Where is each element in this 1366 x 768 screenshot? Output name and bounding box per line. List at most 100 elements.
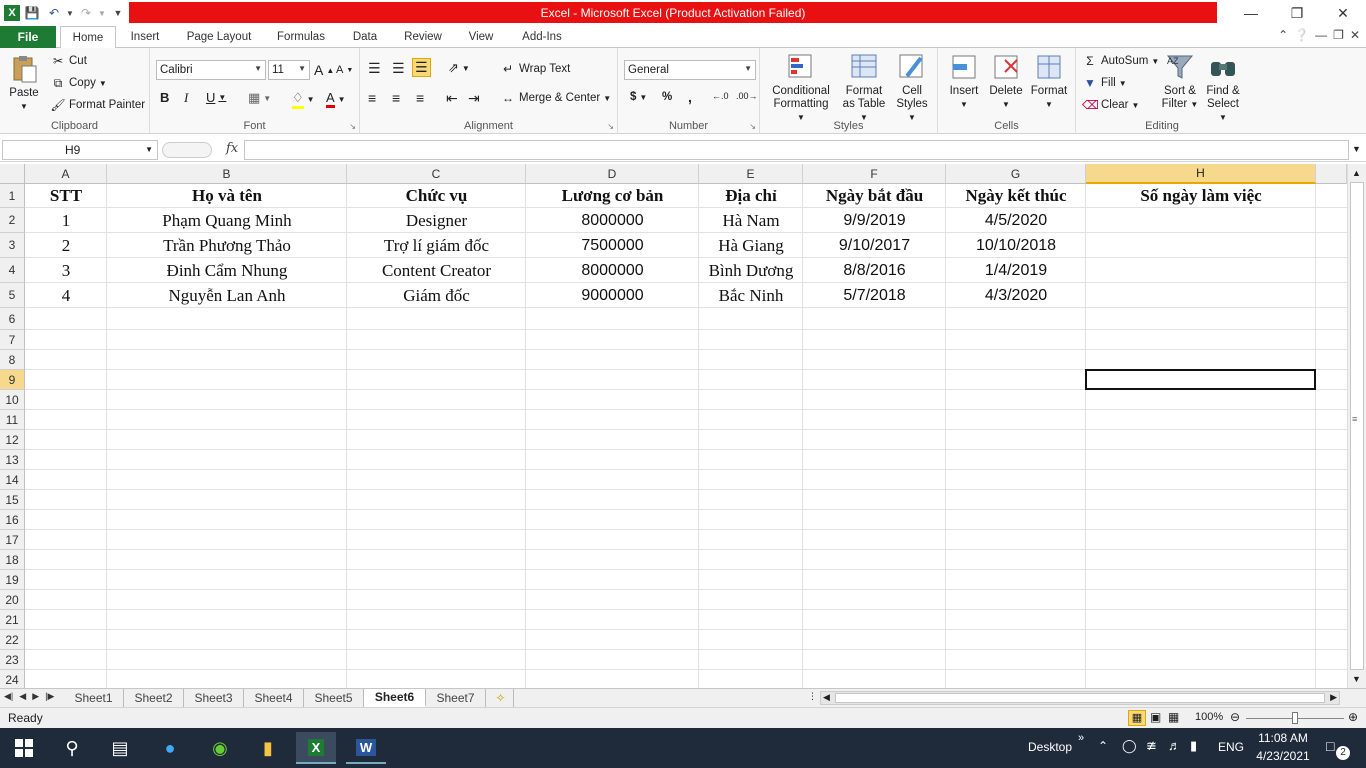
column-header-d[interactable]: D: [526, 164, 699, 184]
row-header-3[interactable]: 3: [0, 233, 25, 258]
row-header-9[interactable]: 9: [0, 370, 25, 390]
row-header-2[interactable]: 2: [0, 208, 25, 233]
table-cell[interactable]: 9000000: [526, 283, 699, 308]
save-icon[interactable]: 💾: [22, 3, 42, 23]
tray-overflow-icon[interactable]: ⌃: [1098, 739, 1108, 753]
last-sheet-icon[interactable]: |▶: [45, 691, 54, 702]
table-cell[interactable]: Trần Phương Thảo: [107, 233, 347, 258]
grow-font-button[interactable]: A ▲: [314, 62, 334, 78]
row-header-8[interactable]: 8: [0, 350, 25, 370]
customize-qat-icon[interactable]: ▼: [108, 3, 128, 23]
align-top-icon[interactable]: ☰: [368, 60, 381, 77]
autosum-button[interactable]: Σ AutoSum ▼: [1082, 54, 1159, 68]
zoom-level[interactable]: 100%: [1195, 711, 1223, 723]
tab-home[interactable]: Home: [60, 26, 116, 49]
volume-icon[interactable]: ♬: [1168, 738, 1181, 753]
minimize-ribbon-icon[interactable]: ⌃: [1278, 28, 1288, 42]
table-cell[interactable]: 9/9/2019: [803, 208, 946, 233]
row-header-7[interactable]: 7: [0, 330, 25, 350]
currency-button[interactable]: $ ▼: [630, 91, 647, 103]
first-sheet-icon[interactable]: ◀|: [4, 691, 13, 702]
row-header-1[interactable]: 1: [0, 184, 25, 208]
table-cell[interactable]: [1086, 258, 1316, 283]
workbook-restore-icon[interactable]: ❐: [1333, 28, 1344, 42]
underline-button[interactable]: U ▼: [206, 90, 226, 105]
tab-review[interactable]: Review: [396, 26, 450, 48]
row-header-21[interactable]: 21: [0, 610, 25, 630]
table-cell[interactable]: 4/3/2020: [946, 283, 1086, 308]
tab-formulas[interactable]: Formulas: [268, 26, 334, 48]
decrease-decimal-icon[interactable]: .00→: [736, 91, 758, 101]
table-cell[interactable]: 8000000: [526, 258, 699, 283]
file-explorer-icon[interactable]: ▮: [248, 732, 288, 764]
table-cell[interactable]: 8000000: [526, 208, 699, 233]
insert-function-icon[interactable]: fx: [226, 141, 238, 156]
close-button[interactable]: ✕: [1320, 0, 1366, 26]
row-header-24[interactable]: 24: [0, 670, 25, 688]
table-header-cell[interactable]: Ngày bắt đầu: [803, 184, 946, 208]
alignment-dialog-launcher-icon[interactable]: ↘: [607, 122, 614, 131]
decrease-indent-icon[interactable]: ⇤: [446, 90, 458, 107]
align-center-icon[interactable]: ≡: [392, 90, 400, 106]
page-layout-view-icon[interactable]: ▣: [1150, 710, 1161, 724]
redo-icon[interactable]: ↷: [76, 3, 96, 23]
select-all-corner[interactable]: [0, 164, 25, 184]
table-header-cell[interactable]: Chức vụ: [347, 184, 526, 208]
redo-dropdown-icon[interactable]: ▼: [98, 3, 106, 23]
table-cell[interactable]: 5/7/2018: [803, 283, 946, 308]
font-size-select[interactable]: 11 ▼: [268, 60, 310, 80]
row-header-6[interactable]: 6: [0, 308, 25, 330]
sheet-tab-3[interactable]: Sheet3: [184, 689, 244, 707]
table-cell[interactable]: Hà Nam: [699, 208, 803, 233]
search-icon[interactable]: ⚲: [52, 732, 92, 764]
expand-formula-bar-icon[interactable]: ▼: [1352, 144, 1361, 154]
sort-filter-button[interactable]: AZ Sort & Filter ▼: [1160, 52, 1200, 111]
column-header-g[interactable]: G: [946, 164, 1086, 184]
tab-view[interactable]: View: [458, 26, 504, 48]
row-header-10[interactable]: 10: [0, 390, 25, 410]
name-box[interactable]: H9 ▼: [2, 140, 158, 160]
scroll-up-icon[interactable]: ▲: [1352, 168, 1361, 178]
fill-button[interactable]: ▼ Fill ▼: [1082, 76, 1127, 90]
format-as-table-button[interactable]: Format as Table ▼: [838, 52, 890, 124]
borders-button[interactable]: ▦ ▼: [248, 90, 271, 106]
tab-insert[interactable]: Insert: [120, 26, 170, 48]
column-header-a[interactable]: A: [25, 164, 107, 184]
table-cell[interactable]: Bắc Ninh: [699, 283, 803, 308]
sheet-tab-1[interactable]: Sheet1: [64, 689, 124, 707]
desktop-toolbar[interactable]: Desktop: [1028, 740, 1072, 754]
table-header-cell[interactable]: Họ và tên: [107, 184, 347, 208]
battery-icon[interactable]: ▮: [1190, 738, 1197, 754]
word-taskbar-icon[interactable]: W: [346, 732, 386, 764]
table-cell[interactable]: [1086, 283, 1316, 308]
edge-browser-icon[interactable]: ●: [150, 732, 190, 764]
shrink-font-button[interactable]: A ▼: [336, 64, 353, 76]
task-view-icon[interactable]: ▤: [100, 732, 140, 764]
restore-button[interactable]: ❐: [1274, 0, 1320, 26]
row-header-23[interactable]: 23: [0, 650, 25, 670]
wrap-text-button[interactable]: ↵ Wrap Text: [500, 62, 570, 76]
scroll-left-icon[interactable]: ◀: [823, 692, 830, 703]
table-cell[interactable]: [1086, 208, 1316, 233]
find-select-button[interactable]: Find & Select ▼: [1202, 52, 1244, 124]
format-cells-button[interactable]: Format ▼: [1028, 52, 1070, 111]
table-cell[interactable]: Bình Dương: [699, 258, 803, 283]
number-format-select[interactable]: General ▼: [624, 60, 756, 80]
table-cell[interactable]: Designer: [347, 208, 526, 233]
language-indicator[interactable]: ENG: [1218, 740, 1244, 754]
sheet-tab-7[interactable]: Sheet7: [426, 689, 486, 707]
scroll-right-icon[interactable]: ▶: [1330, 692, 1337, 703]
wifi-icon[interactable]: ≇: [1146, 738, 1157, 754]
conditional-formatting-button[interactable]: Conditional Formatting ▼: [768, 52, 834, 124]
table-cell[interactable]: Content Creator: [347, 258, 526, 283]
tab-add-ins[interactable]: Add-Ins: [512, 26, 572, 48]
font-dialog-launcher-icon[interactable]: ↘: [349, 122, 356, 131]
paste-button[interactable]: Paste ▼: [6, 54, 42, 113]
minimize-button[interactable]: —: [1228, 0, 1274, 26]
next-sheet-icon[interactable]: ▶: [32, 691, 39, 702]
sheet-tab-6[interactable]: Sheet6: [364, 689, 426, 707]
clock-time[interactable]: 11:08 AM: [1252, 731, 1314, 745]
horizontal-scroll-thumb[interactable]: [835, 693, 1325, 703]
format-painter-button[interactable]: 🖌 Format Painter: [50, 98, 145, 112]
table-cell[interactable]: 10/10/2018: [946, 233, 1086, 258]
